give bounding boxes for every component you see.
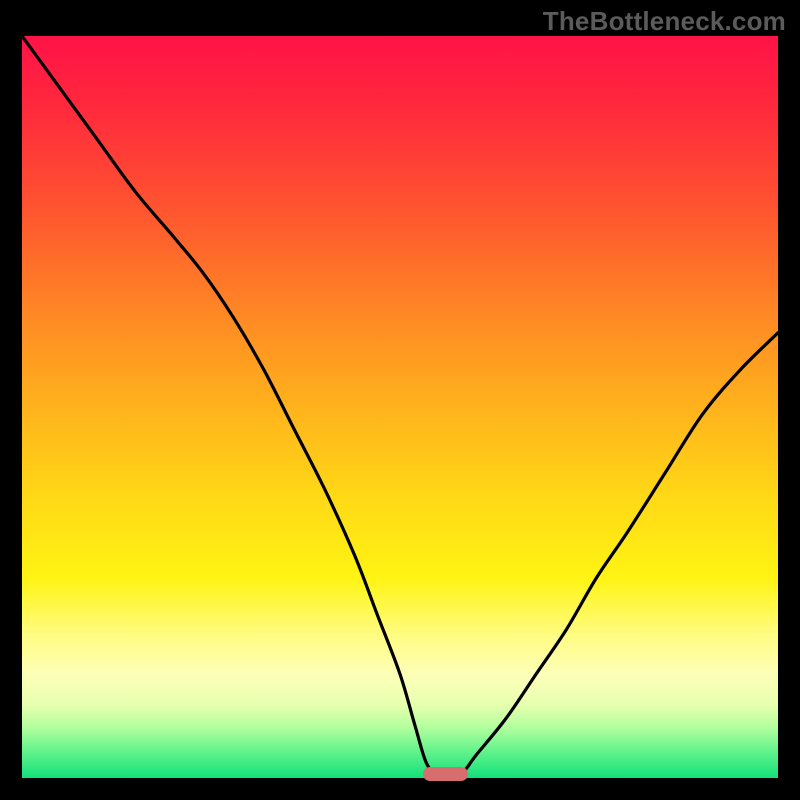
watermark-text: TheBottleneck.com (543, 6, 786, 37)
plot-area (22, 36, 778, 778)
curve-svg (22, 36, 778, 778)
optimal-marker (423, 767, 468, 781)
chart-frame: TheBottleneck.com (0, 0, 800, 800)
bottleneck-curve (22, 36, 778, 775)
